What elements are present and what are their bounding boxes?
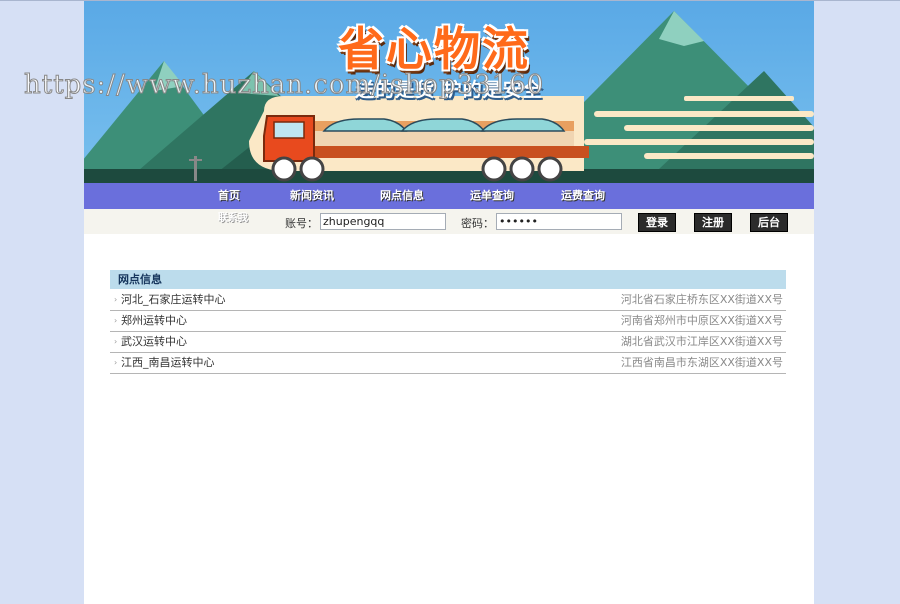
nav-item-news[interactable]: 新闻资讯 [290, 183, 334, 209]
main-nav: 首页 新闻资讯 网点信息 运单查询 运费查询 [84, 183, 814, 209]
password-label: 密码： [461, 217, 494, 230]
account-input[interactable]: zhupengqq [320, 213, 446, 230]
password-input[interactable]: •••••• [496, 213, 622, 230]
register-button[interactable]: 注册 [694, 213, 732, 232]
outlet-name[interactable]: 武汉运转中心 [121, 332, 187, 352]
outlet-address: 湖北省武汉市江岸区XX街道XX号 [620, 335, 783, 348]
bullet-icon: › [114, 337, 118, 346]
account-label: 账号： [285, 217, 318, 230]
admin-button[interactable]: 后台 [750, 213, 788, 232]
bullet-icon: › [114, 316, 118, 325]
outlet-address: 河南省郑州市中原区XX街道XX号 [620, 314, 783, 327]
login-bar: 账号： zhupengqq 密码： •••••• 登录 注册 后台 [84, 209, 814, 234]
nav-item-home[interactable]: 首页 [218, 183, 240, 209]
outlet-name[interactable]: 江西_南昌运转中心 [121, 353, 215, 373]
login-button[interactable]: 登录 [638, 213, 676, 232]
outlet-row: › 郑州运转中心 河南省郑州市中原区XX街道XX号 [110, 311, 786, 332]
outlet-row: › 武汉运转中心 湖北省武汉市江岸区XX街道XX号 [110, 332, 786, 353]
watermark-text: https://www.huzhan.com/ishop33160 [24, 70, 545, 101]
bullet-icon: › [114, 295, 118, 304]
outlets-panel-title: 网点信息 [110, 270, 786, 289]
outlet-name[interactable]: 郑州运转中心 [121, 311, 187, 331]
outlet-name[interactable]: 河北_石家庄运转中心 [121, 290, 226, 310]
outlet-address: 江西省南昌市东湖区XX街道XX号 [620, 356, 783, 369]
nav-item-outlets[interactable]: 网点信息 [380, 183, 424, 209]
nav-item-freight[interactable]: 运费查询 [561, 183, 605, 209]
nav-sub-contact[interactable]: 联系我 [218, 209, 248, 224]
outlet-row: › 江西_南昌运转中心 江西省南昌市东湖区XX街道XX号 [110, 353, 786, 374]
bullet-icon: › [114, 358, 118, 367]
nav-item-waybill[interactable]: 运单查询 [470, 183, 514, 209]
outlet-address: 河北省石家庄桥东区XX街道XX号 [620, 293, 783, 306]
outlet-row: › 河北_石家庄运转中心 河北省石家庄桥东区XX街道XX号 [110, 290, 786, 311]
